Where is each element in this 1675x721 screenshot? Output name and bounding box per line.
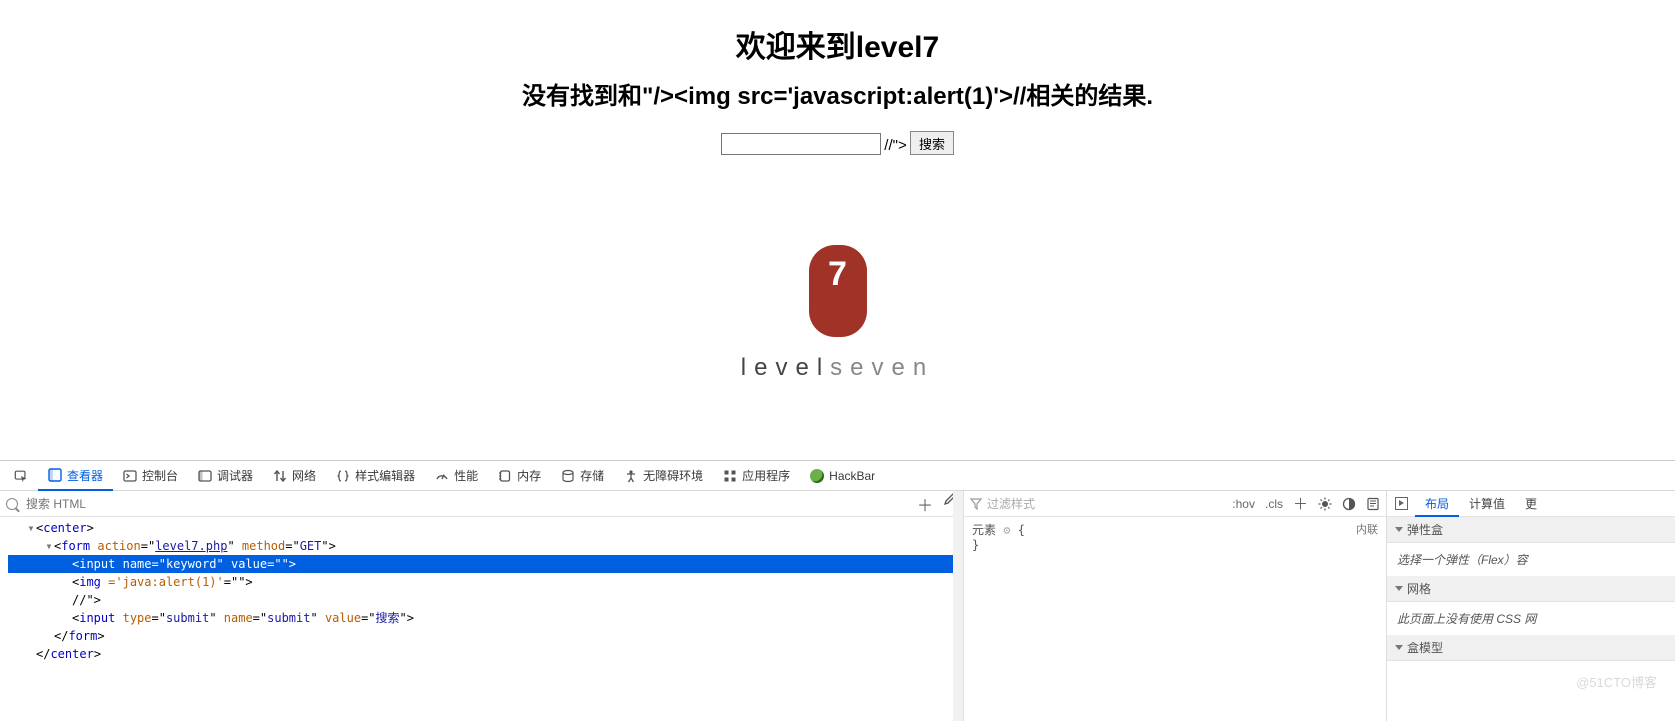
tab-memory-label: 内存 [517, 467, 541, 484]
tab-network[interactable]: 网络 [263, 461, 326, 490]
level-logo: 7 levelseven [0, 245, 1675, 382]
search-form: //"> [0, 131, 1675, 155]
tab-performance[interactable]: 性能 [425, 461, 488, 490]
dom-node[interactable]: ▾<form action="level7.php" method="GET"> [8, 537, 963, 555]
tab-console[interactable]: 控制台 [113, 461, 188, 490]
debugger-icon [198, 469, 212, 483]
add-rule-button[interactable]: ＋ [1293, 493, 1308, 514]
search-icon [6, 498, 18, 510]
hov-toggle[interactable]: :hov [1232, 497, 1255, 511]
expand-icon [1395, 586, 1403, 591]
dom-node-selected[interactable]: <input name="keyword" value=""> [8, 555, 963, 573]
tab-application-label: 应用程序 [742, 467, 790, 484]
rules-body[interactable]: 内联 元素 ⚙ { } [964, 517, 1386, 721]
application-icon [723, 469, 737, 483]
tab-style-editor[interactable]: 样式编辑器 [326, 461, 425, 490]
rules-filter-input[interactable]: 过滤样式 [987, 495, 1035, 512]
contrast-icon[interactable] [1342, 497, 1356, 511]
tab-accessibility-label: 无障碍环境 [643, 467, 703, 484]
tab-style-editor-label: 样式编辑器 [355, 467, 415, 484]
rule-source: 内联 [1356, 521, 1378, 537]
rules-panel: 过滤样式 :hov .cls ＋ [964, 491, 1387, 721]
sidebar-toggle-icon [1395, 497, 1408, 510]
logo-word-left: level [741, 354, 830, 381]
add-node-button[interactable]: ＋ [917, 492, 933, 516]
boxmodel-section-header[interactable]: 盒模型 [1387, 635, 1675, 661]
trailing-text: //"> [884, 137, 906, 154]
dom-node[interactable]: </center> [8, 645, 963, 663]
dom-panel: ＋ ▾<center> ▾<form action="level7.php" m… [0, 491, 964, 721]
tab-layout[interactable]: 布局 [1415, 492, 1459, 517]
funnel-icon [970, 498, 982, 510]
console-icon [123, 469, 137, 483]
tab-application[interactable]: 应用程序 [713, 461, 800, 490]
accessibility-icon [624, 469, 638, 483]
devtools: 查看器 控制台 调试器 网络 [0, 460, 1675, 721]
tab-network-label: 网络 [292, 467, 316, 484]
grid-section-header[interactable]: 网格 [1387, 576, 1675, 602]
tab-debugger[interactable]: 调试器 [188, 461, 263, 490]
style-editor-icon [336, 469, 350, 483]
rule-close: } [972, 538, 1378, 552]
tab-performance-label: 性能 [454, 467, 478, 484]
tab-more[interactable]: 更 [1515, 491, 1547, 516]
flexbox-section-header[interactable]: 弹性盒 [1387, 517, 1675, 543]
tab-hackbar[interactable]: HackBar [800, 461, 885, 490]
logo-text: levelseven [0, 354, 1675, 382]
light-mode-icon[interactable] [1318, 497, 1332, 511]
hackbar-icon [810, 469, 824, 483]
rules-toolbar: 过滤样式 :hov .cls ＋ [964, 491, 1386, 517]
tab-storage[interactable]: 存储 [551, 461, 614, 490]
dom-node[interactable]: ▾<center> [8, 519, 963, 537]
dom-tree[interactable]: ▾<center> ▾<form action="level7.php" met… [0, 517, 963, 721]
devtools-tabstrip: 查看器 控制台 调试器 网络 [0, 461, 1675, 491]
tab-inspector-label: 查看器 [67, 467, 103, 484]
layout-panel: 布局 计算值 更 弹性盒 选择一个弹性（Flex）容 网格 此页面上没有使用 C… [1387, 491, 1675, 721]
search-submit-button[interactable] [910, 131, 954, 155]
rule-selector: 元素 [972, 523, 996, 537]
pick-element-icon [14, 469, 28, 483]
print-media-icon[interactable] [1366, 497, 1380, 511]
page-content: 欢迎来到level7 没有找到和"/><img src='javascript:… [0, 0, 1675, 460]
keyword-input[interactable] [721, 133, 881, 155]
devtools-body: ＋ ▾<center> ▾<form action="level7.php" m… [0, 491, 1675, 721]
tab-inspector[interactable]: 查看器 [38, 462, 113, 491]
page-heading-h2: 没有找到和"/><img src='javascript:alert(1)'>/… [0, 76, 1675, 111]
page-heading-h1: 欢迎来到level7 [0, 22, 1675, 66]
grid-section-body: 此页面上没有使用 CSS 网 [1387, 602, 1675, 635]
logo-badge-digit: 7 [809, 255, 867, 294]
tab-computed[interactable]: 计算值 [1459, 491, 1515, 516]
tab-debugger-label: 调试器 [217, 467, 253, 484]
cls-toggle[interactable]: .cls [1265, 497, 1283, 511]
pick-element-button[interactable] [4, 461, 38, 490]
logo-word-right: seven [830, 354, 934, 381]
gear-icon[interactable]: ⚙ [1003, 523, 1010, 537]
tab-accessibility[interactable]: 无障碍环境 [614, 461, 713, 490]
logo-badge: 7 [809, 245, 867, 337]
dom-node[interactable]: //"> [8, 591, 963, 609]
dom-node[interactable]: <img ='java:alert(1)'=""> [8, 573, 963, 591]
memory-icon [498, 469, 512, 483]
layout-tabs: 布局 计算值 更 [1387, 491, 1675, 517]
expand-icon [1395, 527, 1403, 532]
performance-icon [435, 469, 449, 483]
layout-body: 弹性盒 选择一个弹性（Flex）容 网格 此页面上没有使用 CSS 网 盒模型 [1387, 517, 1675, 721]
storage-icon [561, 469, 575, 483]
layout-sidebar-toggle[interactable] [1387, 491, 1415, 516]
network-icon [273, 469, 287, 483]
inspector-icon [48, 468, 62, 482]
dom-search-bar: ＋ [0, 491, 963, 517]
dom-node[interactable]: </form> [8, 627, 963, 645]
scrollbar[interactable] [953, 491, 963, 721]
dom-search-input[interactable] [24, 496, 911, 512]
flexbox-section-body: 选择一个弹性（Flex）容 [1387, 543, 1675, 576]
tab-hackbar-label: HackBar [829, 469, 875, 483]
tab-storage-label: 存储 [580, 467, 604, 484]
tab-console-label: 控制台 [142, 467, 178, 484]
dom-node[interactable]: <input type="submit" name="submit" value… [8, 609, 963, 627]
tab-memory[interactable]: 内存 [488, 461, 551, 490]
expand-icon [1395, 645, 1403, 650]
